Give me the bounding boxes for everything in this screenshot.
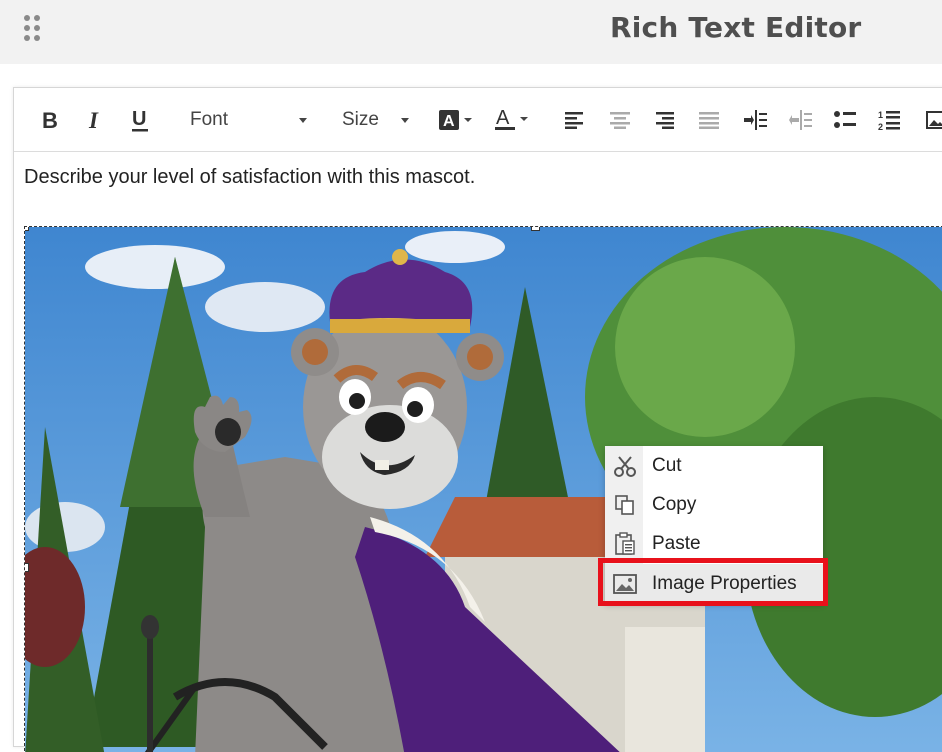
image-icon bbox=[613, 572, 637, 596]
indent-button[interactable] bbox=[742, 88, 768, 152]
outdent-button[interactable] bbox=[787, 88, 813, 152]
font-color-icon: A bbox=[495, 107, 528, 130]
numbered-list-icon: 12 bbox=[878, 110, 900, 131]
bullet-list-button[interactable] bbox=[832, 88, 858, 152]
context-menu-item-cut[interactable]: Cut bbox=[605, 446, 823, 485]
context-menu-label: Paste bbox=[652, 532, 701, 554]
justify-button[interactable] bbox=[697, 88, 721, 152]
image-icon bbox=[926, 111, 942, 129]
svg-text:1: 1 bbox=[878, 110, 883, 120]
editor-toolbar: B I U Font Size A A 1 2 bbox=[14, 88, 942, 152]
context-menu-label: Image Properties bbox=[652, 572, 797, 594]
page-title: Rich Text Editor bbox=[610, 11, 862, 44]
underline-icon: U bbox=[132, 108, 148, 132]
justify-icon bbox=[699, 112, 719, 129]
italic-icon: I bbox=[88, 109, 99, 131]
numbered-list-button[interactable]: 12 bbox=[876, 88, 902, 152]
resize-handle-middle-left[interactable] bbox=[25, 563, 29, 572]
svg-text:I: I bbox=[88, 109, 99, 131]
outdent-icon bbox=[789, 110, 812, 130]
context-menu: Cut Copy Paste Image Properties bbox=[605, 446, 823, 603]
rich-text-editor: B I U Font Size A A 1 2 Describe your le… bbox=[13, 87, 942, 752]
svg-text:B: B bbox=[42, 109, 58, 131]
font-dropdown[interactable]: Font bbox=[190, 88, 320, 152]
svg-text:U: U bbox=[132, 108, 146, 130]
resize-handle-top-middle[interactable] bbox=[531, 227, 540, 231]
copy-icon bbox=[613, 493, 637, 517]
context-menu-item-image-properties[interactable]: Image Properties bbox=[605, 564, 823, 603]
question-text: Describe your level of satisfaction with… bbox=[24, 166, 476, 188]
align-left-button[interactable] bbox=[563, 88, 587, 152]
context-menu-label: Copy bbox=[652, 493, 697, 515]
context-menu-item-copy[interactable]: Copy bbox=[605, 485, 823, 524]
paste-icon bbox=[613, 531, 637, 556]
align-center-button[interactable] bbox=[608, 88, 632, 152]
drag-handle-icon[interactable] bbox=[24, 15, 44, 45]
app-header: Rich Text Editor bbox=[0, 0, 942, 64]
highlight-color-icon: A bbox=[439, 110, 472, 130]
chevron-down-icon bbox=[401, 117, 409, 123]
underline-button[interactable]: U bbox=[128, 88, 154, 152]
align-center-icon bbox=[610, 112, 630, 129]
bullet-list-icon bbox=[834, 111, 856, 128]
resize-handle-top-left[interactable] bbox=[25, 227, 29, 231]
scissors-icon bbox=[613, 454, 637, 478]
svg-text:A: A bbox=[443, 113, 455, 130]
indent-icon bbox=[744, 110, 767, 130]
size-dropdown-label: Size bbox=[342, 109, 379, 130]
bold-button[interactable]: B bbox=[38, 88, 64, 152]
font-color-button[interactable]: A bbox=[494, 88, 532, 152]
insert-image-button[interactable] bbox=[926, 88, 942, 152]
svg-text:A: A bbox=[496, 107, 510, 129]
background-color-button[interactable]: A bbox=[438, 88, 476, 152]
svg-text:2: 2 bbox=[878, 122, 883, 131]
size-dropdown[interactable]: Size bbox=[342, 88, 416, 152]
align-right-button[interactable] bbox=[652, 88, 676, 152]
chevron-down-icon bbox=[299, 117, 307, 123]
context-menu-label: Cut bbox=[652, 454, 682, 476]
context-menu-item-paste[interactable]: Paste bbox=[605, 524, 823, 563]
align-right-icon bbox=[656, 112, 674, 129]
font-dropdown-label: Font bbox=[190, 109, 229, 130]
bold-icon: B bbox=[42, 109, 58, 131]
align-left-icon bbox=[565, 112, 583, 129]
italic-button[interactable]: I bbox=[84, 88, 108, 152]
